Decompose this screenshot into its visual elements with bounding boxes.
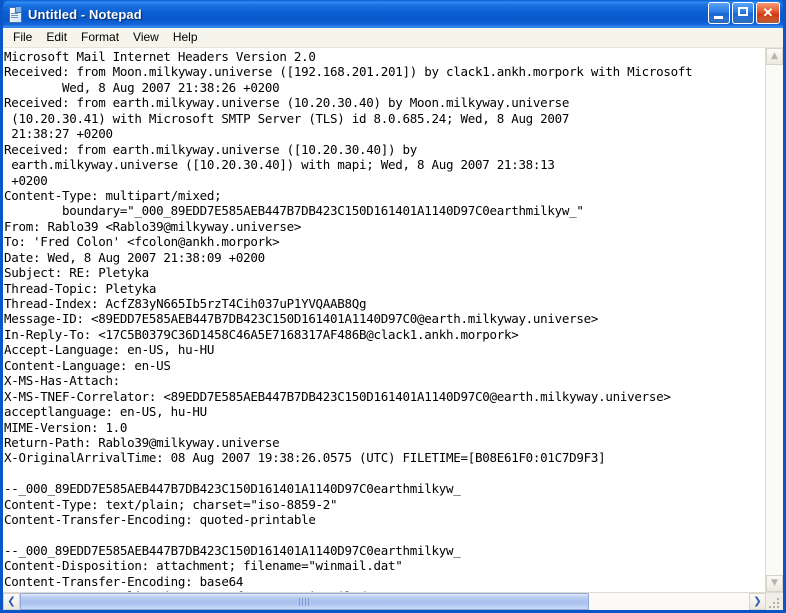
horizontal-scroll-thumb[interactable]	[20, 593, 589, 610]
text-line: Content-Type: multipart/mixed;	[4, 187, 222, 203]
chevron-up-icon: ▲	[771, 51, 778, 61]
notepad-document-icon	[7, 6, 23, 23]
scroll-left-button[interactable]: ❮	[3, 593, 20, 610]
client-area: Microsoft Mail Internet Headers Version …	[3, 48, 783, 610]
chevron-down-icon: ▼	[771, 578, 778, 588]
chevron-right-icon: ❯	[753, 596, 762, 607]
close-button[interactable]: ✕	[756, 2, 780, 24]
title-bar[interactable]: Untitled - Notepad ✕	[3, 0, 783, 28]
text-line: Content-Language: en-US	[4, 357, 171, 373]
maximize-icon	[738, 7, 748, 16]
text-line: earth.milkyway.universe ([10.20.30.40]) …	[4, 157, 555, 173]
text-line: Content-Disposition: attachment; filenam…	[4, 558, 403, 574]
text-line: Content-Type: application/ms-tnef; name=…	[4, 589, 765, 592]
text-line: Subject: RE: Pletyka	[4, 265, 149, 281]
text-line: X-MS-TNEF-Correlator: <89EDD7E585AEB447B…	[4, 388, 671, 404]
text-line: To: 'Fred Colon' <fcolon@ankh.morpork>	[4, 234, 280, 250]
text-line: Received: from earth.milkyway.universe (…	[4, 141, 418, 157]
chevron-left-icon: ❮	[7, 596, 16, 607]
scroll-down-button[interactable]: ▼	[766, 575, 783, 592]
horizontal-scrollbar[interactable]: ❮ ❯	[3, 592, 783, 610]
text-line: Thread-Index: AcfZ83yN665Ib5rzT4Cih037uP…	[4, 296, 367, 311]
text-line	[4, 528, 765, 543]
maximize-button[interactable]	[732, 2, 754, 24]
menu-item-edit[interactable]: Edit	[39, 29, 74, 46]
text-line: MIME-Version: 1.0	[4, 419, 128, 435]
text-line: Content-Transfer-Encoding: base64	[4, 573, 244, 589]
resize-grip[interactable]	[766, 593, 783, 610]
minimize-button[interactable]	[708, 2, 730, 24]
text-line: Date: Wed, 8 Aug 2007 21:38:09 +0200	[4, 249, 265, 265]
text-line: --_000_89EDD7E585AEB447B7DB423C150D16140…	[4, 543, 461, 558]
text-line: In-Reply-To: <17C5B0379C36D1458C46A5E716…	[4, 326, 519, 342]
menu-item-view[interactable]: View	[126, 29, 166, 46]
text-line: Received: from Moon.milkyway.universe ([…	[4, 64, 693, 80]
window-controls: ✕	[708, 2, 780, 24]
vertical-scrollbar[interactable]: ▲ ▼	[765, 48, 783, 592]
close-icon: ✕	[762, 5, 774, 20]
text-line: Return-Path: Rablo39@milkyway.universe	[4, 434, 280, 450]
menu-bar: File Edit Format View Help	[3, 28, 783, 48]
editor-row: Microsoft Mail Internet Headers Version …	[3, 48, 783, 592]
text-line: Wed, 8 Aug 2007 21:38:26 +0200	[4, 79, 280, 95]
text-line: acceptlanguage: en-US, hu-HU	[4, 404, 207, 420]
text-line: 21:38:27 +0200	[4, 126, 113, 142]
scroll-thumb-grip-icon	[299, 597, 310, 606]
text-line: +0200	[4, 172, 48, 188]
menu-item-help[interactable]: Help	[166, 29, 205, 46]
text-line: Content-Type: text/plain; charset="iso-8…	[4, 496, 338, 512]
scroll-up-button[interactable]: ▲	[766, 48, 783, 65]
text-line: X-MS-Has-Attach:	[4, 373, 120, 389]
text-line: Microsoft Mail Internet Headers Version …	[4, 49, 316, 64]
text-line: X-OriginalArrivalTime: 08 Aug 2007 19:38…	[4, 450, 606, 466]
menu-item-file[interactable]: File	[6, 29, 39, 46]
vertical-scroll-track[interactable]	[766, 65, 783, 575]
text-line	[4, 466, 765, 481]
text-editor[interactable]: Microsoft Mail Internet Headers Version …	[3, 48, 765, 592]
text-line: From: Rablo39 <Rablo39@milkyway.universe…	[4, 218, 302, 234]
minimize-icon	[714, 16, 723, 19]
horizontal-scroll-track[interactable]	[20, 593, 749, 610]
window-title: Untitled - Notepad	[28, 6, 142, 22]
text-line: Content-Transfer-Encoding: quoted-printa…	[4, 512, 316, 528]
menu-item-format[interactable]: Format	[74, 29, 126, 46]
text-line: Accept-Language: en-US, hu-HU	[4, 342, 215, 358]
text-line: --_000_89EDD7E585AEB447B7DB423C150D16140…	[4, 481, 461, 497]
text-line: Received: from earth.milkyway.universe (…	[4, 95, 570, 111]
text-line: Message-ID: <89EDD7E585AEB447B7DB423C150…	[4, 311, 599, 327]
text-line: boundary="_000_89EDD7E585AEB447B7DB423C1…	[4, 203, 584, 219]
text-line: (10.20.30.41) with Microsoft SMTP Server…	[4, 110, 570, 126]
scroll-right-button[interactable]: ❯	[749, 593, 766, 610]
notepad-window: Untitled - Notepad ✕ File Edit Format Vi…	[0, 0, 786, 613]
text-line: Thread-Topic: Pletyka	[4, 280, 157, 296]
